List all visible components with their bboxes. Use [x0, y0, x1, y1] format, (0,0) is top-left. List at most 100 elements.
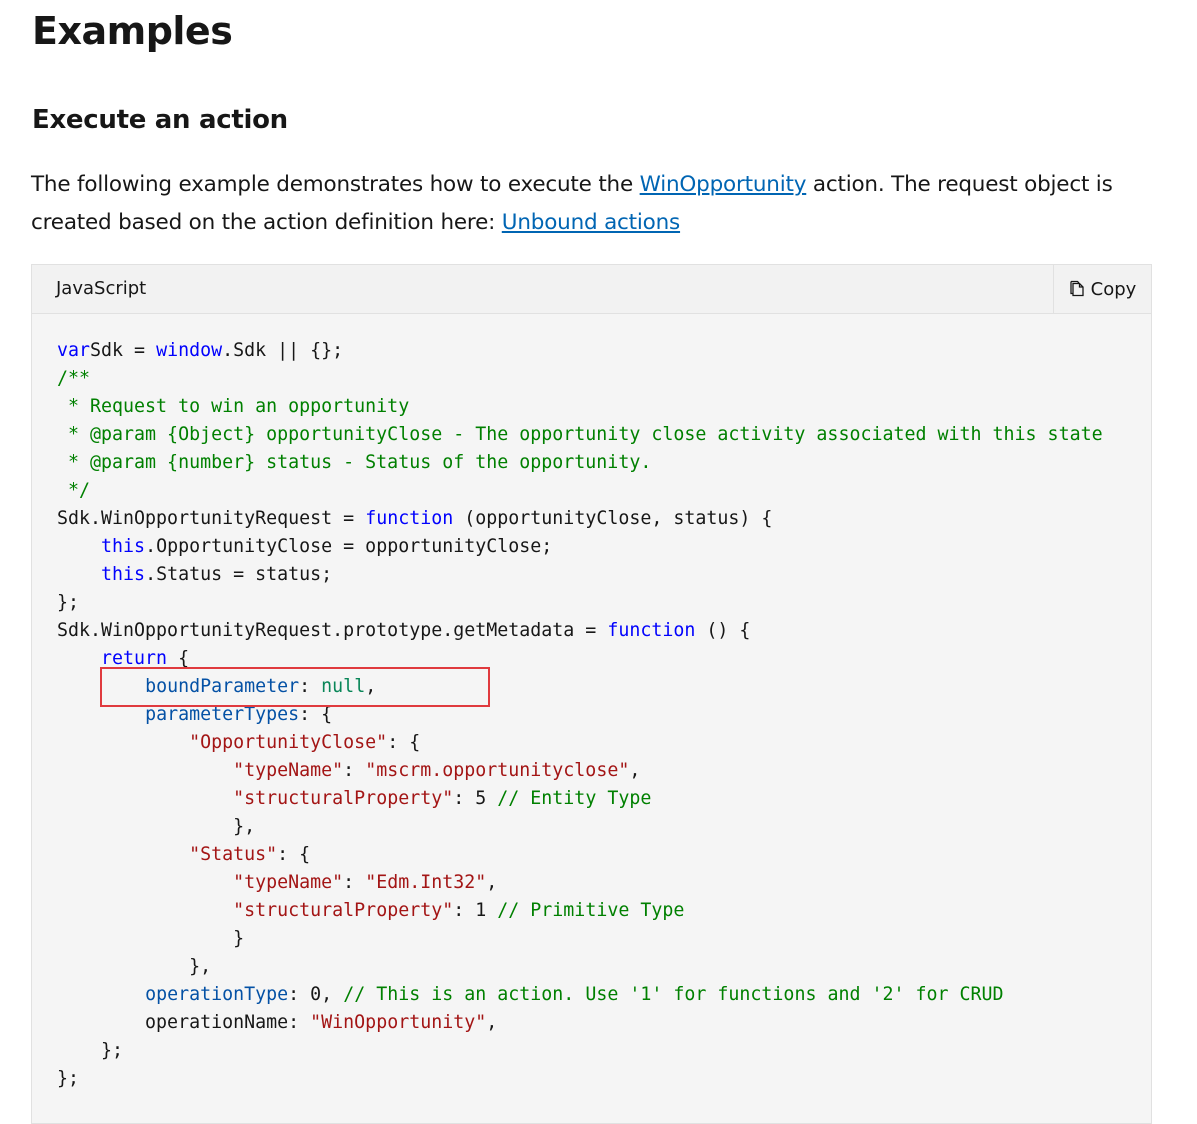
code-line: },	[57, 953, 1152, 981]
code-token: }	[57, 928, 245, 949]
code-token: : {	[299, 704, 333, 725]
code-token: function	[607, 620, 696, 641]
copy-label: Copy	[1090, 278, 1137, 300]
code-token: ,	[486, 872, 498, 893]
code-token: Sdk =	[90, 340, 157, 361]
code-token: return	[101, 648, 168, 669]
code-token: :	[343, 872, 366, 893]
code-line: "typeName": "Edm.Int32",	[57, 869, 1152, 897]
code-token: * @param {number} status - Status of the…	[57, 452, 652, 473]
code-line: "structuralProperty": 5 // Entity Type	[57, 785, 1152, 813]
code-token: ,	[629, 760, 641, 781]
code-token: Sdk.WinOpportunityRequest.prototype.getM…	[57, 620, 608, 641]
code-token: .Sdk || {};	[222, 340, 344, 361]
code-line: this.Status = status;	[57, 561, 1152, 589]
winopportunity-link[interactable]: WinOpportunity	[640, 172, 807, 197]
page-heading: Examples	[32, 9, 233, 53]
code-line: };	[57, 589, 1152, 617]
highlight-annotation-box	[100, 667, 490, 707]
code-token: ,	[486, 1012, 498, 1033]
code-line: },	[57, 813, 1152, 841]
code-token: },	[57, 956, 212, 977]
description-paragraph: The following example demonstrates how t…	[31, 166, 1153, 242]
code-line: */	[57, 477, 1152, 505]
code-line: Sdk.WinOpportunityRequest = function (op…	[57, 505, 1152, 533]
code-token: {	[167, 648, 190, 669]
code-token: };	[57, 1068, 80, 1089]
code-token: .Status = status;	[145, 564, 333, 585]
code-line: /**	[57, 365, 1152, 393]
copy-icon	[1070, 280, 1084, 297]
code-token: "typeName"	[233, 872, 344, 893]
copy-button[interactable]: Copy	[1053, 265, 1151, 313]
code-token: : 5	[453, 788, 498, 809]
code-token: "Status"	[189, 844, 278, 865]
code-token: "WinOpportunity"	[310, 1012, 487, 1033]
code-token: */	[57, 480, 91, 501]
code-line: operationType: 0, // This is an action. …	[57, 981, 1152, 1009]
code-token: };	[57, 1040, 124, 1061]
code-token: Sdk.WinOpportunityRequest =	[57, 508, 366, 529]
code-token: "structuralProperty"	[233, 788, 454, 809]
code-token: // Entity Type	[497, 788, 652, 809]
code-language-label: JavaScript	[56, 278, 147, 299]
section-heading: Execute an action	[32, 105, 288, 135]
code-token: "typeName"	[233, 760, 344, 781]
code-line: * @param {Object} opportunityClose - The…	[57, 421, 1152, 449]
code-token: () {	[695, 620, 751, 641]
code-token: :	[343, 760, 366, 781]
code-token: .OpportunityClose = opportunityClose;	[145, 536, 553, 557]
code-token: "Edm.Int32"	[365, 872, 487, 893]
code-token: operationType	[145, 984, 289, 1005]
code-line: * @param {number} status - Status of the…	[57, 449, 1152, 477]
paragraph-text-1: The following example demonstrates how t…	[31, 172, 640, 197]
code-line: "Status": {	[57, 841, 1152, 869]
code-token: this	[101, 536, 146, 557]
code-token: (opportunityClose, status) {	[453, 508, 773, 529]
code-line: };	[57, 1037, 1152, 1065]
code-token: : {	[387, 732, 421, 753]
code-token: /**	[57, 368, 91, 389]
code-token: operationName:	[57, 1012, 311, 1033]
code-token: // This is an action. Use '1' for functi…	[343, 984, 1004, 1005]
code-token: },	[57, 816, 256, 837]
code-token: parameterTypes	[145, 704, 300, 725]
code-token: // Primitive Type	[497, 900, 685, 921]
code-token: this	[101, 564, 146, 585]
code-line: "structuralProperty": 1 // Primitive Typ…	[57, 897, 1152, 925]
code-line: }	[57, 925, 1152, 953]
code-token: "structuralProperty"	[233, 900, 454, 921]
code-token: function	[365, 508, 454, 529]
code-token: * @param {Object} opportunityClose - The…	[57, 424, 1103, 445]
code-token: : 1	[453, 900, 498, 921]
code-line: this.OpportunityClose = opportunityClose…	[57, 533, 1152, 561]
code-content: varSdk = window.Sdk || {}; /** * Request …	[57, 337, 1152, 1093]
code-token: "OpportunityClose"	[189, 732, 388, 753]
code-header: JavaScript Copy	[32, 265, 1151, 314]
code-line: * Request to win an opportunity	[57, 393, 1152, 421]
code-line: Sdk.WinOpportunityRequest.prototype.getM…	[57, 617, 1152, 645]
code-line: "OpportunityClose": {	[57, 729, 1152, 757]
code-token: window	[156, 340, 223, 361]
unbound-actions-link[interactable]: Unbound actions	[502, 210, 680, 235]
code-token: : {	[277, 844, 311, 865]
code-line: operationName: "WinOpportunity",	[57, 1009, 1152, 1037]
code-line: varSdk = window.Sdk || {};	[57, 337, 1152, 365]
code-token: var	[57, 340, 91, 361]
code-token: };	[57, 592, 80, 613]
code-line: "typeName": "mscrm.opportunityclose",	[57, 757, 1152, 785]
code-token: : 0,	[288, 984, 344, 1005]
code-token: "mscrm.opportunityclose"	[365, 760, 630, 781]
code-token: * Request to win an opportunity	[57, 396, 410, 417]
